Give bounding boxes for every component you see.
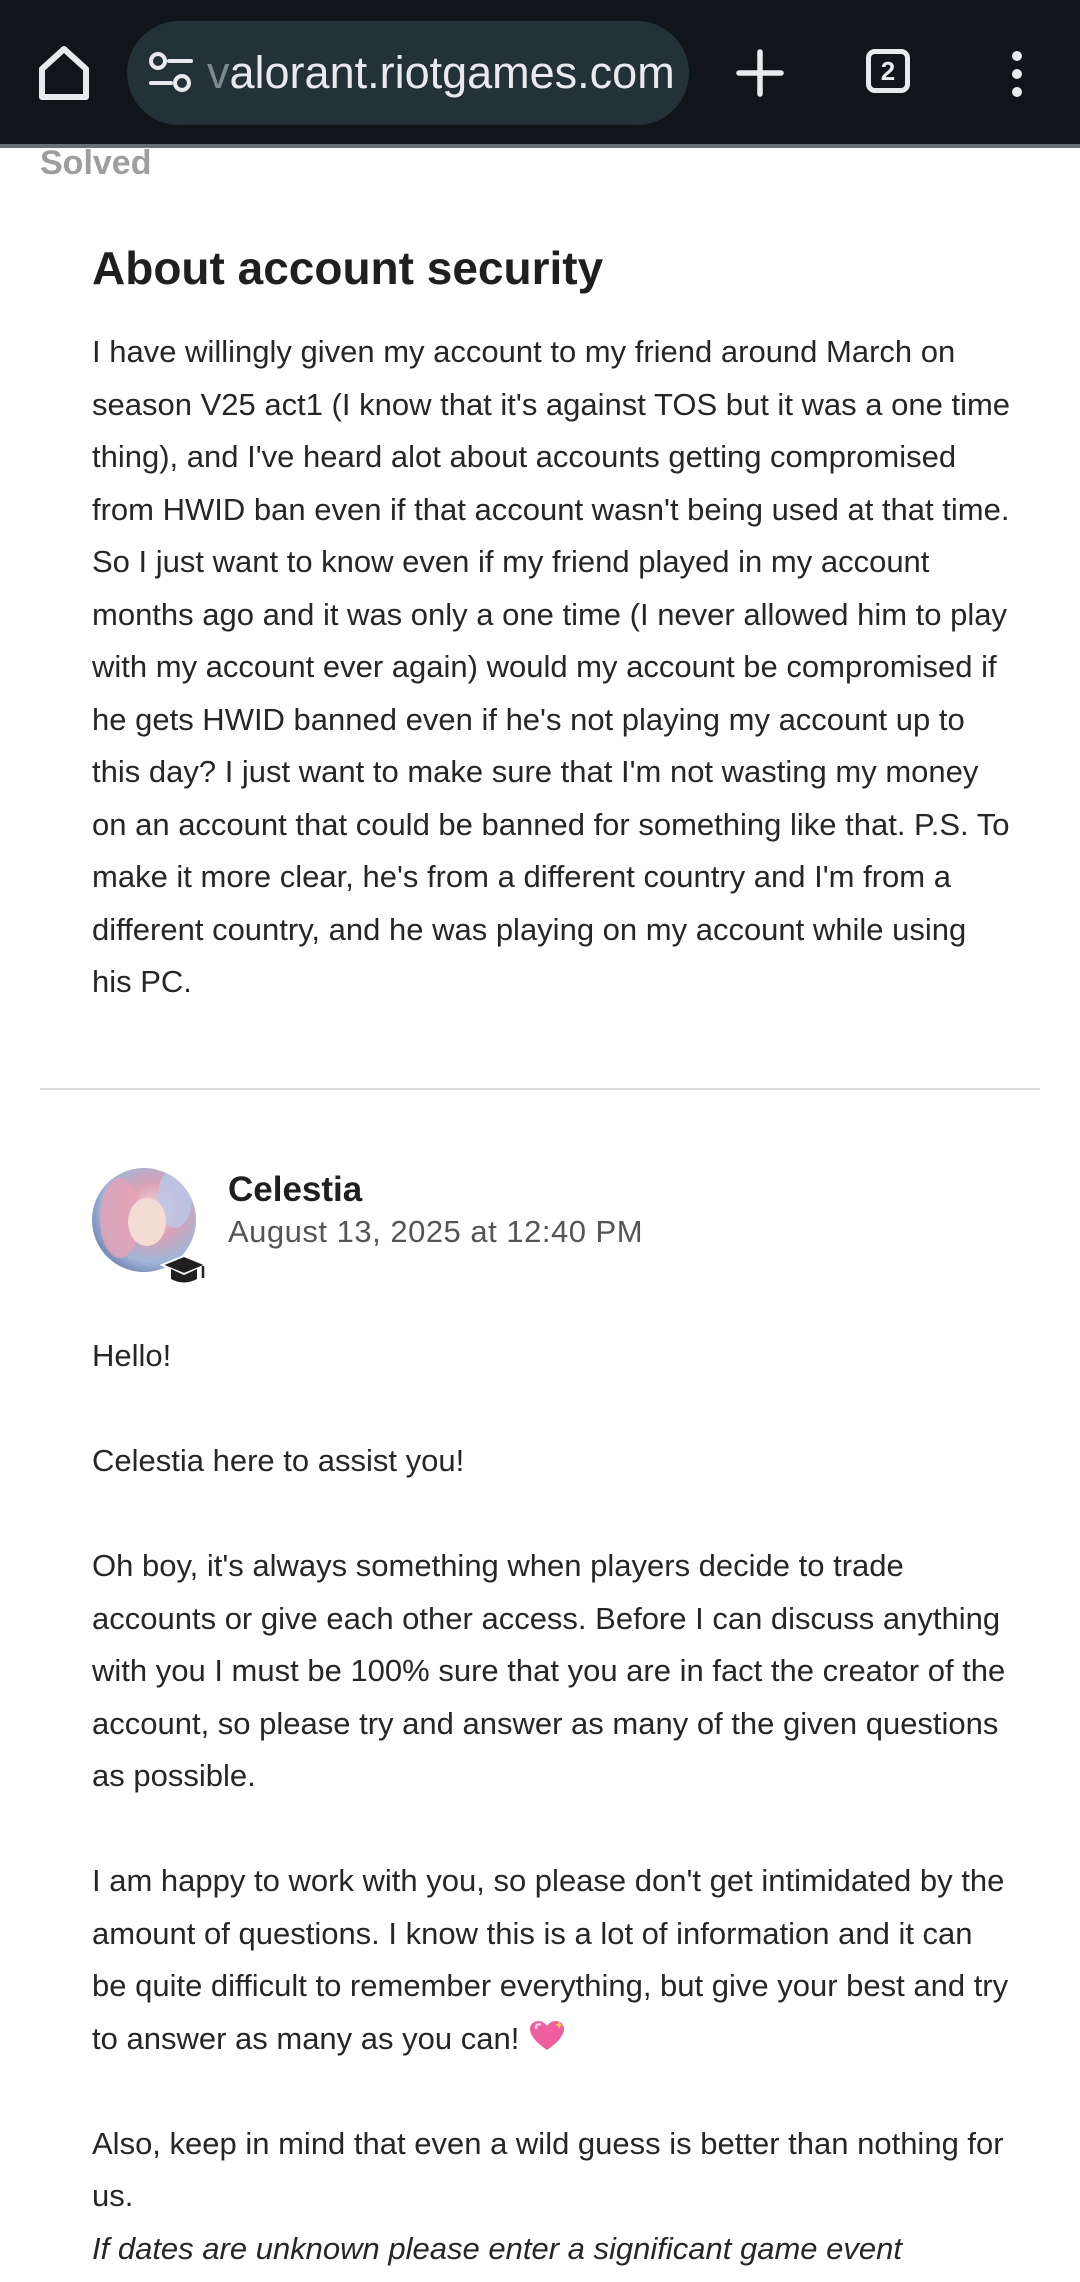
- address-bar[interactable]: valorant.riotgames.com: [127, 21, 689, 125]
- url-text[interactable]: valorant.riotgames.com: [207, 21, 675, 125]
- site-settings-icon[interactable]: [147, 51, 195, 95]
- more-menu-icon[interactable]: [1004, 50, 1030, 98]
- tab-switcher-icon[interactable]: 2: [866, 49, 910, 93]
- url-host: alorant.riotgames.com: [229, 47, 675, 98]
- new-tab-icon[interactable]: [735, 48, 785, 98]
- reply-paragraph: Hello!: [92, 1338, 172, 1373]
- sparkling-heart-icon: [529, 2020, 564, 2050]
- reply-paragraph: Oh boy, it's always something when playe…: [92, 1548, 1006, 1793]
- reply-author[interactable]: Celestia: [228, 1166, 362, 1214]
- reply-date: August 13, 2025 at 12:40 PM: [228, 1214, 644, 1249]
- graduation-cap-icon: [160, 1254, 208, 1283]
- reply-paragraph-italic: If dates are unknown please enter a sign…: [92, 2230, 902, 2266]
- reply-paragraph: I am happy to work with you, so please d…: [92, 1855, 1012, 2065]
- reply-paragraph: Also, keep in mind that even a wild gues…: [92, 2125, 1004, 2214]
- url-scrolled-part: v: [207, 47, 230, 98]
- reply-body: Hello! Celestia here to assist you! Oh b…: [92, 1330, 1012, 2275]
- browser-toolbar: valorant.riotgames.com 2: [0, 0, 1080, 148]
- tab-count: 2: [880, 56, 896, 86]
- post-title: About account security: [92, 242, 604, 294]
- reply-paragraph: Celestia here to assist you!: [92, 1443, 465, 1478]
- solved-badge: Solved: [40, 144, 152, 182]
- post-divider: [40, 1088, 1040, 1090]
- post-body: I have willingly given my account to my …: [92, 334, 1011, 999]
- toolbar-bottom-edge: [0, 144, 1080, 148]
- home-icon[interactable]: [36, 43, 92, 103]
